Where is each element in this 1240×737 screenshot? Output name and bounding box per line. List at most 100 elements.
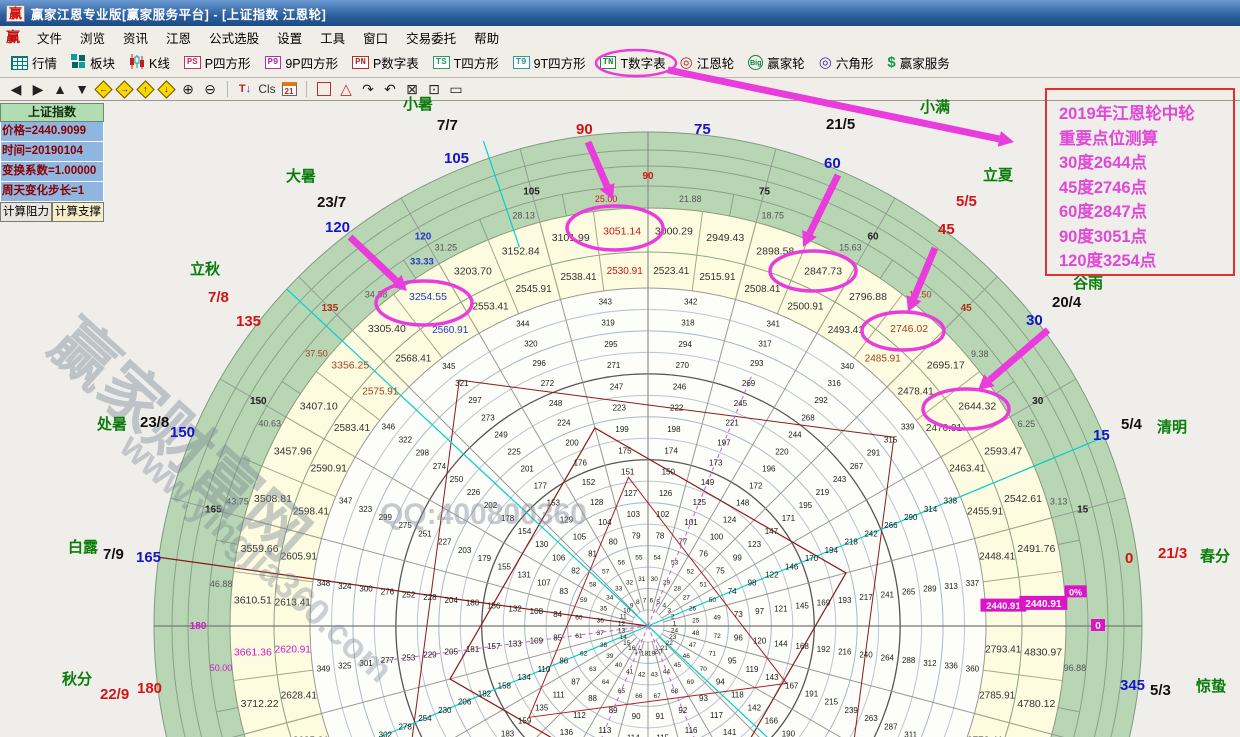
svg-text:250: 250 xyxy=(450,475,464,484)
svg-text:70: 70 xyxy=(700,666,708,673)
svg-text:103: 103 xyxy=(627,510,641,519)
svg-text:120: 120 xyxy=(415,231,432,242)
rotate-ccw-icon[interactable]: ↶ xyxy=(380,80,400,99)
svg-text:3051.14: 3051.14 xyxy=(603,225,641,237)
svg-text:173: 173 xyxy=(709,458,723,467)
svg-text:2620.91: 2620.91 xyxy=(275,644,312,655)
svg-text:200: 200 xyxy=(565,438,579,447)
toolbar-button-T四方形[interactable]: TST四方形 xyxy=(426,48,506,77)
svg-text:264: 264 xyxy=(881,653,895,662)
triangle-tool-icon[interactable]: △ xyxy=(336,80,356,99)
toolbar-button-江恩轮[interactable]: ◎江恩轮 xyxy=(673,48,742,77)
svg-text:195: 195 xyxy=(799,501,813,510)
toolbar-button-P四方形[interactable]: PSP四方形 xyxy=(177,48,258,77)
square-tool-icon[interactable] xyxy=(314,80,334,99)
svg-text:289: 289 xyxy=(923,585,937,594)
svg-text:15.63: 15.63 xyxy=(839,243,862,253)
svg-text:201: 201 xyxy=(521,464,535,473)
zoom-out-icon[interactable]: ⊖ xyxy=(200,80,220,99)
step-right-icon[interactable]: → xyxy=(115,80,133,98)
svg-text:243: 243 xyxy=(833,475,847,484)
annotation-line-3: 45度2746点 xyxy=(1059,176,1227,201)
menu-item-3[interactable]: 江恩 xyxy=(157,26,200,48)
menu-item-4[interactable]: 公式选股 xyxy=(200,26,268,48)
toolbar-button-K线[interactable]: K线 xyxy=(122,48,177,77)
annotation-line-5: 90度3051点 xyxy=(1059,225,1227,250)
toolbar-button-六角形[interactable]: ◎六角形 xyxy=(812,48,881,77)
svg-text:43.75: 43.75 xyxy=(226,496,249,506)
svg-text:269: 269 xyxy=(742,379,756,388)
toolbar-button-板块[interactable]: 板块 xyxy=(64,48,122,77)
menu-item-6[interactable]: 工具 xyxy=(311,26,354,48)
sep2 xyxy=(306,81,307,97)
rotate-cw-icon[interactable]: ↷ xyxy=(358,80,378,99)
svg-text:45: 45 xyxy=(674,662,682,669)
toolbar-button-行情[interactable]: 行情 xyxy=(4,48,64,77)
svg-text:106: 106 xyxy=(552,553,566,562)
height-tool-icon[interactable]: T↓ xyxy=(235,80,255,99)
nav-up-icon[interactable]: ▲ xyxy=(50,80,70,99)
svg-text:0%: 0% xyxy=(1069,587,1082,597)
svg-text:206: 206 xyxy=(458,698,472,707)
menu-item-5[interactable]: 设置 xyxy=(268,26,311,48)
menu-item-2[interactable]: 资讯 xyxy=(114,26,157,48)
svg-text:226: 226 xyxy=(467,488,481,497)
svg-text:12: 12 xyxy=(618,620,626,627)
svg-text:198: 198 xyxy=(667,425,681,434)
menu-item-0[interactable]: 文件 xyxy=(28,26,71,48)
step-down-icon[interactable]: ↓ xyxy=(157,80,175,98)
svg-text:153: 153 xyxy=(547,498,561,507)
calc-button-1[interactable]: 计算支撑 xyxy=(52,202,104,222)
quote-grid-icon xyxy=(11,56,28,70)
toolbar-button-赢家服务[interactable]: $赢家服务 xyxy=(880,48,956,77)
svg-text:2593.47: 2593.47 xyxy=(984,445,1022,457)
svg-text:79: 79 xyxy=(632,531,641,540)
menu-item-9[interactable]: 帮助 xyxy=(465,26,508,48)
svg-text:2785.91: 2785.91 xyxy=(979,690,1016,701)
svg-text:218: 218 xyxy=(845,538,859,547)
svg-text:87: 87 xyxy=(571,677,580,686)
zoom-in-icon[interactable]: ⊕ xyxy=(178,80,198,99)
svg-text:318: 318 xyxy=(681,319,695,328)
svg-text:28.13: 28.13 xyxy=(512,210,535,220)
svg-text:37: 37 xyxy=(597,630,605,637)
svg-text:272: 272 xyxy=(541,379,555,388)
svg-text:152: 152 xyxy=(582,478,596,487)
calendar-icon[interactable]: 21 xyxy=(279,80,299,99)
center-icon[interactable]: ⊡ xyxy=(424,80,444,99)
svg-text:2583.41: 2583.41 xyxy=(334,423,371,434)
toolbar-button-赢家轮[interactable]: Big赢家轮 xyxy=(741,48,812,77)
cls-button[interactable]: Cls xyxy=(257,80,277,99)
svg-text:46.88: 46.88 xyxy=(210,579,233,589)
calc-button-0[interactable]: 计算阻力 xyxy=(0,202,52,222)
svg-text:2493.41: 2493.41 xyxy=(828,325,865,336)
toolbar-button-P数字表[interactable]: PNP数字表 xyxy=(345,48,426,77)
annotation-line-1: 重要点位测算 xyxy=(1059,127,1227,152)
svg-text:2463.41: 2463.41 xyxy=(949,464,986,475)
window-title: 赢家江恩专业版[赢家服务平台] - [上证指数 江恩轮] xyxy=(31,4,326,23)
select-tool-icon[interactable]: ▭ xyxy=(446,80,466,99)
fit-icon[interactable]: ⊠ xyxy=(402,80,422,99)
svg-text:30: 30 xyxy=(1032,396,1044,407)
step-up-icon[interactable]: ↑ xyxy=(136,80,154,98)
svg-text:64: 64 xyxy=(602,679,610,686)
svg-text:93: 93 xyxy=(699,694,708,703)
menu-item-7[interactable]: 窗口 xyxy=(354,26,397,48)
toolbar-button-T数字表[interactable]: TNT数字表 xyxy=(593,48,673,77)
svg-text:51: 51 xyxy=(700,581,708,588)
menu-item-8[interactable]: 交易委托 xyxy=(397,26,465,48)
toolbar-button-9P四方形[interactable]: P99P四方形 xyxy=(258,48,346,77)
toolbar-button-9T四方形[interactable]: T99T四方形 xyxy=(506,48,593,77)
svg-text:119: 119 xyxy=(746,665,759,674)
nav-back-icon[interactable]: ◀ xyxy=(6,80,26,99)
svg-text:217: 217 xyxy=(859,593,873,602)
svg-text:314: 314 xyxy=(924,505,938,514)
kline-icon xyxy=(129,54,145,72)
step-left-icon[interactable]: ← xyxy=(94,80,112,98)
svg-text:102: 102 xyxy=(656,510,670,519)
menu-item-1[interactable]: 浏览 xyxy=(71,26,114,48)
svg-text:239: 239 xyxy=(845,706,859,715)
svg-text:311: 311 xyxy=(904,731,917,737)
nav-forward-icon[interactable]: ▶ xyxy=(28,80,48,99)
nav-down-icon[interactable]: ▼ xyxy=(72,80,92,99)
